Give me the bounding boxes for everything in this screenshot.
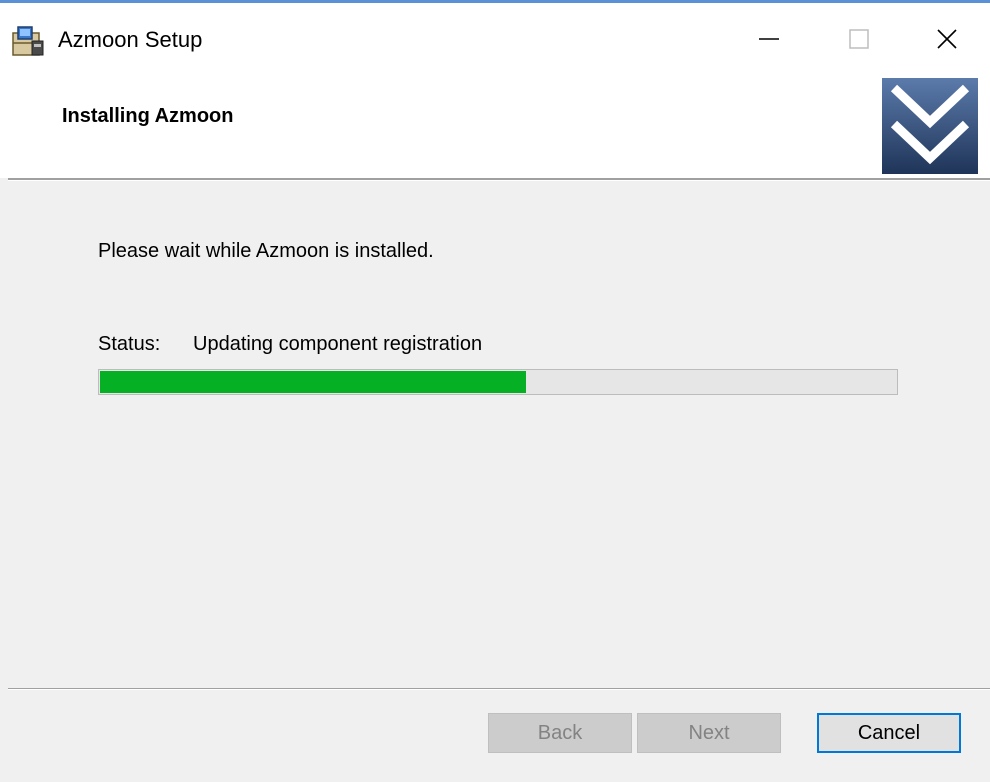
back-button[interactable]: Back: [488, 713, 632, 753]
install-progress-bar: [98, 369, 898, 395]
title-bar[interactable]: Azmoon Setup: [0, 3, 990, 75]
status-value: Updating component registration: [193, 333, 483, 355]
close-icon: [936, 29, 957, 49]
install-message: Please wait while Azmoon is installed.: [98, 240, 434, 262]
setup-window: Azmoon Setup Installing Azmoon Please wa…: [0, 0, 990, 782]
footer-divider: [8, 688, 990, 690]
minimize-icon: [759, 38, 779, 40]
close-button[interactable]: [903, 3, 990, 75]
maximize-icon: [849, 29, 869, 49]
page-title: Installing Azmoon: [62, 105, 234, 127]
header-banner: Installing Azmoon: [0, 75, 990, 178]
header-divider: [8, 178, 990, 181]
minimize-button[interactable]: [723, 3, 815, 75]
installer-package-icon: [12, 26, 44, 56]
next-button[interactable]: Next: [637, 713, 781, 753]
double-chevron-down-icon: [882, 78, 978, 174]
maximize-button[interactable]: [813, 3, 905, 75]
window-title: Azmoon Setup: [58, 27, 203, 52]
status-label: Status:: [98, 333, 161, 355]
cancel-button[interactable]: Cancel: [817, 713, 961, 753]
progress-fill: [100, 371, 526, 393]
